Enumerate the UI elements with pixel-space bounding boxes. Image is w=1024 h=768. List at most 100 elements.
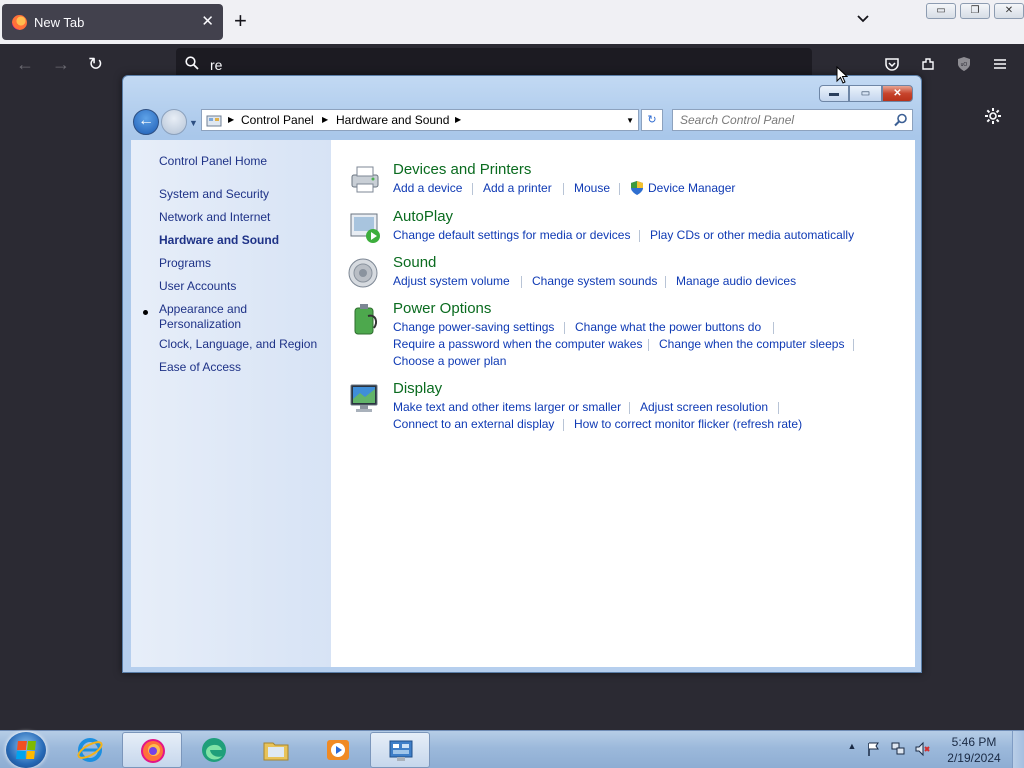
left-navigation-pane: Control Panel Home System and Security N… [131, 140, 331, 667]
app-menu-icon[interactable] [992, 56, 1008, 72]
change-power-saving-settings-link[interactable]: Change power-saving settings [393, 320, 554, 334]
back-button[interactable]: ← [133, 109, 159, 135]
change-sleep-time-link[interactable]: Change when the computer sleeps [659, 337, 844, 351]
add-a-printer-link[interactable]: Add a printer [483, 181, 552, 195]
network-icon[interactable] [890, 741, 906, 757]
address-dropdown-icon[interactable]: ▼ [626, 116, 634, 125]
adjust-system-volume-link[interactable]: Adjust system volume [393, 274, 510, 288]
sidebar-item-ease-of-access[interactable]: Ease of Access [159, 360, 241, 375]
taskbar-control-panel[interactable] [370, 732, 430, 768]
control-panel-icon [389, 740, 413, 761]
search-icon[interactable] [894, 113, 908, 127]
sidebar-item-network-and-internet[interactable]: Network and Internet [159, 210, 270, 225]
forward-arrow-icon[interactable]: → [52, 55, 70, 73]
extensions-icon[interactable] [920, 56, 936, 72]
link-separator [665, 276, 666, 288]
address-bar[interactable]: ▶ Control Panel ▶ Hardware and Sound ▶ ▼ [201, 109, 639, 131]
windows-logo-icon [16, 741, 36, 759]
autoplay-title[interactable]: AutoPlay [393, 208, 453, 225]
reload-icon[interactable]: ↻ [88, 55, 103, 73]
control-panel-home-link[interactable]: Control Panel Home [159, 154, 267, 169]
taskbar-edge[interactable] [184, 732, 244, 768]
sidebar-item-programs[interactable]: Programs [159, 256, 211, 271]
minimize-button[interactable]: ▬ [819, 85, 849, 102]
link-separator [563, 419, 564, 431]
taskbar-file-explorer[interactable] [246, 732, 306, 768]
back-arrow-icon[interactable]: ← [16, 55, 34, 73]
add-a-device-link[interactable]: Add a device [393, 181, 462, 195]
start-button[interactable] [6, 732, 46, 768]
manage-audio-devices-link[interactable]: Manage audio devices [676, 274, 796, 288]
speaker-icon[interactable] [348, 256, 382, 290]
require-password-on-wake-link[interactable]: Require a password when the computer wak… [393, 337, 642, 351]
breadcrumb-separator-icon[interactable]: ▶ [228, 115, 234, 124]
volume-muted-icon[interactable] [914, 741, 930, 757]
show-hidden-icons-icon[interactable]: ▲ [844, 741, 860, 757]
mouse-link[interactable]: Mouse [574, 181, 610, 195]
autoplay-icon[interactable] [348, 210, 382, 244]
recent-pages-dropdown-icon[interactable]: ▼ [189, 118, 198, 128]
taskbar: ▲ 5:46 PM 2/19/2024 [0, 730, 1024, 768]
show-desktop-button[interactable] [1012, 731, 1024, 768]
search-box[interactable] [672, 109, 913, 131]
power-options-title[interactable]: Power Options [393, 300, 491, 317]
clock-time: 5:46 PM [951, 735, 997, 749]
refresh-button[interactable]: ↻ [641, 109, 663, 131]
url-bar-text[interactable]: re [210, 57, 222, 73]
play-cds-automatically-link[interactable]: Play CDs or other media automatically [650, 228, 854, 242]
forward-button[interactable] [161, 109, 187, 135]
ublock-origin-icon[interactable]: uO [956, 56, 972, 72]
sound-title[interactable]: Sound [393, 254, 436, 271]
display-title[interactable]: Display [393, 380, 442, 397]
tab-close-icon[interactable]: ✕ [201, 12, 214, 30]
link-separator [639, 230, 640, 242]
taskbar-internet-explorer[interactable] [60, 732, 120, 768]
breadcrumb-control-panel[interactable]: Control Panel [241, 113, 314, 127]
list-all-tabs-icon[interactable] [856, 12, 870, 26]
device-manager-link[interactable]: Device Manager [648, 181, 735, 195]
sidebar-item-user-accounts[interactable]: User Accounts [159, 279, 236, 294]
devices-and-printers-title[interactable]: Devices and Printers [393, 161, 531, 178]
browser-restore-button[interactable]: ❐ [960, 3, 990, 19]
change-default-settings-for-media-link[interactable]: Change default settings for media or dev… [393, 228, 630, 242]
change-power-buttons-link[interactable]: Change what the power buttons do [575, 320, 761, 334]
breadcrumb-separator-icon[interactable]: ▶ [455, 115, 461, 124]
tab-new-tab[interactable]: New Tab ✕ [2, 4, 223, 40]
new-tab-button[interactable]: + [234, 9, 247, 33]
gear-icon[interactable] [984, 107, 1002, 125]
browser-window-controls: ▭ ❐ ✕ [926, 3, 1024, 19]
make-text-larger-link[interactable]: Make text and other items larger or smal… [393, 400, 621, 414]
taskbar-firefox[interactable] [122, 732, 182, 768]
control-panel-icon [206, 115, 222, 127]
close-button[interactable]: ✕ [882, 85, 913, 102]
link-separator [564, 322, 565, 334]
link-separator [773, 322, 774, 334]
breadcrumb-separator-icon[interactable]: ▶ [322, 115, 328, 124]
monitor-flicker-link[interactable]: How to correct monitor flicker (refresh … [574, 417, 802, 431]
browser-close-button[interactable]: ✕ [994, 3, 1024, 19]
sidebar-item-clock-language-and-region[interactable]: Clock, Language, and Region [159, 337, 317, 352]
sidebar-item-hardware-and-sound[interactable]: Hardware and Sound [159, 233, 279, 248]
adjust-screen-resolution-link[interactable]: Adjust screen resolution [640, 400, 768, 414]
connect-external-display-link[interactable]: Connect to an external display [393, 417, 554, 431]
taskbar-media-player[interactable] [308, 732, 368, 768]
link-separator [629, 402, 630, 414]
monitor-icon[interactable] [348, 382, 382, 416]
link-separator [472, 183, 473, 195]
battery-icon[interactable] [348, 302, 382, 336]
printer-icon[interactable] [348, 163, 382, 197]
search-input[interactable] [680, 112, 880, 128]
sidebar-item-system-and-security[interactable]: System and Security [159, 187, 269, 202]
taskbar-clock[interactable]: 5:46 PM 2/19/2024 [944, 734, 1004, 766]
pocket-icon[interactable] [884, 56, 900, 72]
sidebar-item-appearance-and-personalization[interactable]: Appearance and Personalization [159, 302, 269, 332]
maximize-button[interactable]: ▭ [849, 85, 882, 102]
action-center-flag-icon[interactable] [866, 741, 882, 757]
firefox-icon [141, 739, 165, 763]
svg-text:uO: uO [961, 62, 968, 68]
breadcrumb-hardware-and-sound[interactable]: Hardware and Sound [336, 113, 449, 127]
choose-a-power-plan-link[interactable]: Choose a power plan [393, 354, 506, 368]
browser-tab-strip: New Tab ✕ + ▭ ❐ ✕ [0, 0, 1024, 44]
change-system-sounds-link[interactable]: Change system sounds [532, 274, 657, 288]
browser-minimize-button[interactable]: ▭ [926, 3, 956, 19]
